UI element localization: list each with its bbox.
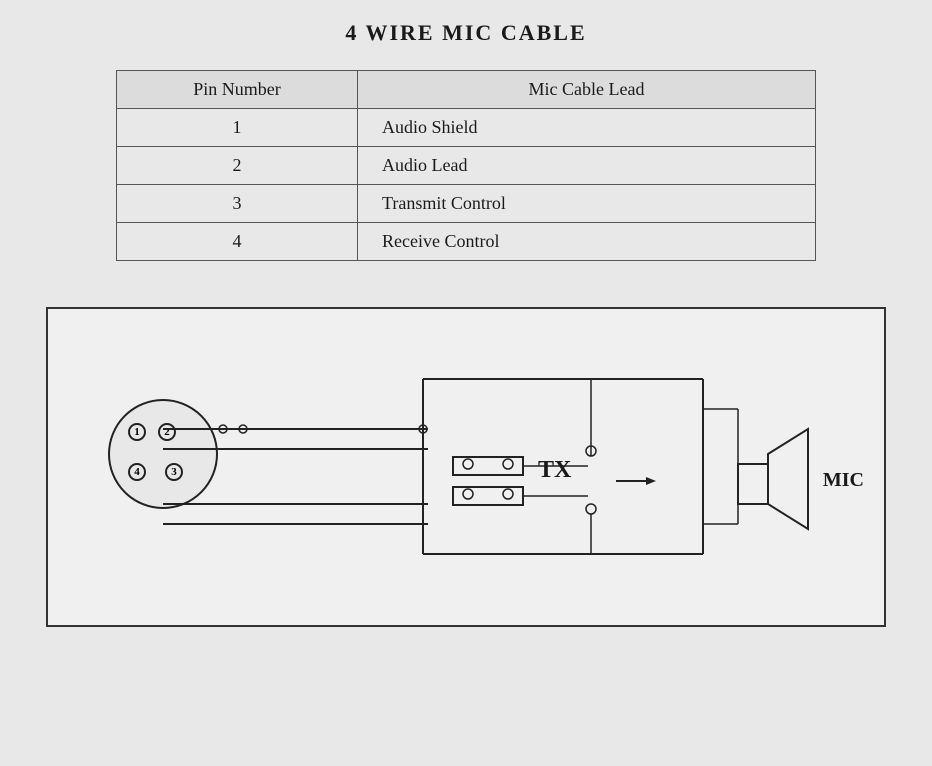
lead-name-cell: Receive Control bbox=[358, 223, 816, 261]
table-row: 4Receive Control bbox=[117, 223, 816, 261]
lead-name-cell: Transmit Control bbox=[358, 185, 816, 223]
pin-number-cell: 4 bbox=[117, 223, 358, 261]
col-header-lead: Mic Cable Lead bbox=[358, 71, 816, 109]
tx-text: TX bbox=[538, 457, 571, 484]
pin-table-container: Pin Number Mic Cable Lead 1Audio Shield2… bbox=[116, 70, 816, 261]
pin-number-cell: 2 bbox=[117, 147, 358, 185]
wiring-diagram: 1 2 3 4 bbox=[46, 307, 886, 627]
col-header-pin: Pin Number bbox=[117, 71, 358, 109]
table-row: 3Transmit Control bbox=[117, 185, 816, 223]
tx-label: TX bbox=[538, 457, 571, 484]
wiring-svg bbox=[48, 309, 884, 625]
table-row: 1Audio Shield bbox=[117, 109, 816, 147]
pin-number-cell: 1 bbox=[117, 109, 358, 147]
lead-name-cell: Audio Shield bbox=[358, 109, 816, 147]
page-title: 4 WIRE MIC CABLE bbox=[345, 20, 586, 46]
lead-name-cell: Audio Lead bbox=[358, 147, 816, 185]
pin-number-cell: 3 bbox=[117, 185, 358, 223]
mic-label: MIC bbox=[823, 469, 864, 492]
pin-table: Pin Number Mic Cable Lead 1Audio Shield2… bbox=[116, 70, 816, 261]
table-row: 2Audio Lead bbox=[117, 147, 816, 185]
